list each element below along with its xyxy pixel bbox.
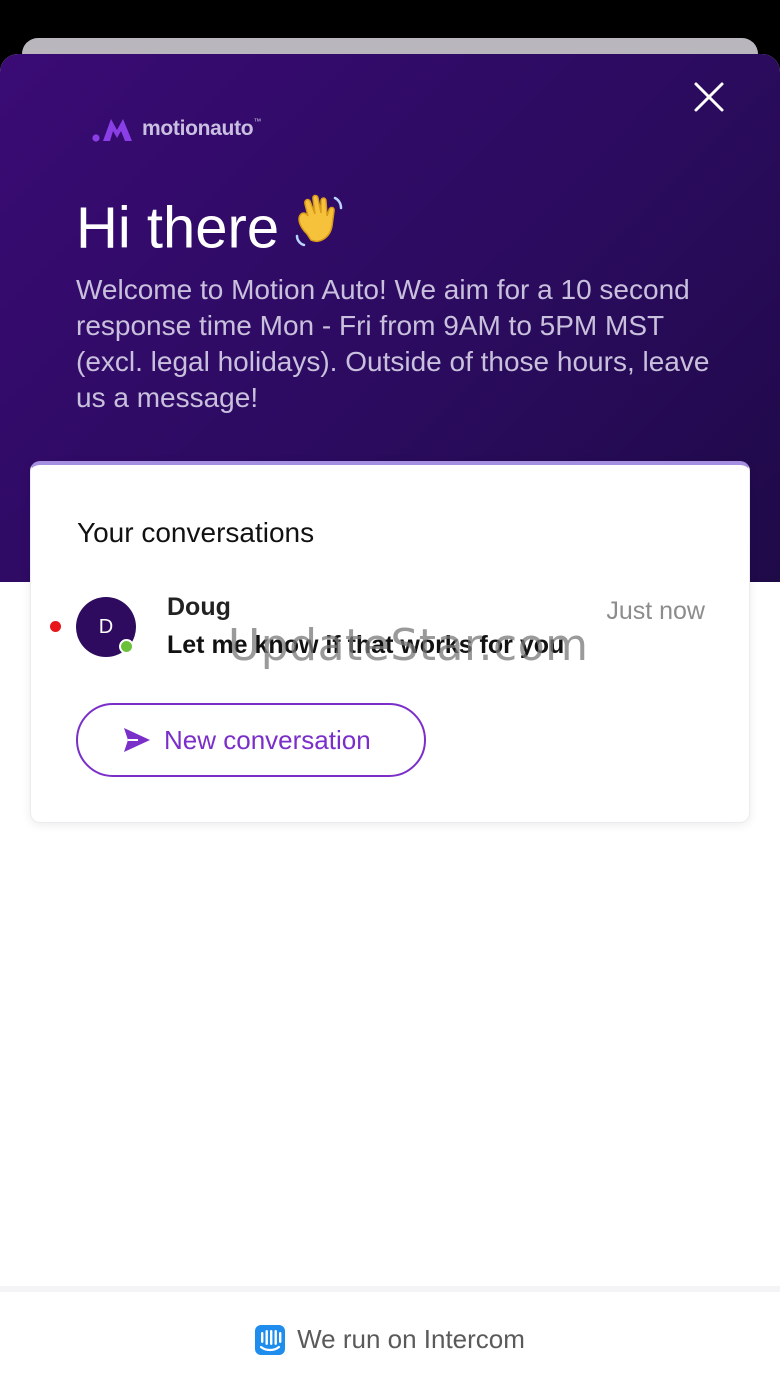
messenger-sheet: motionauto ™ Hi there Welcome to Motion … xyxy=(0,54,780,1387)
intercom-icon xyxy=(255,1324,286,1355)
watermark-text: UpdateStar.com xyxy=(228,620,589,671)
new-conversation-button[interactable]: New conversation xyxy=(76,703,426,777)
avatar-initial: D xyxy=(98,615,114,638)
logo-trademark: ™ xyxy=(253,117,262,126)
close-icon xyxy=(694,82,724,112)
greeting-heading: Hi there xyxy=(76,194,351,270)
send-icon xyxy=(124,728,150,752)
conversation-sender-name: Doug xyxy=(167,593,231,621)
wave-icon xyxy=(289,190,351,266)
screen: motionauto ™ Hi there Welcome to Motion … xyxy=(0,0,780,1387)
logo-text: motionauto xyxy=(142,117,254,140)
online-status-indicator xyxy=(119,639,134,654)
conversations-title: Your conversations xyxy=(77,517,315,548)
conversation-timestamp: Just now xyxy=(606,597,705,625)
unread-indicator xyxy=(50,621,61,632)
intercom-footer-label: We run on Intercom xyxy=(297,1324,525,1354)
logo-mark-icon xyxy=(92,119,132,142)
greeting-text: Hi there xyxy=(76,195,280,261)
new-conversation-label: New conversation xyxy=(164,724,371,755)
intercom-footer-link[interactable]: We run on Intercom xyxy=(0,1286,780,1387)
brand-logo: motionauto ™ xyxy=(92,114,261,144)
close-button[interactable] xyxy=(690,78,728,116)
welcome-message: Welcome to Motion Auto! We aim for a 10 … xyxy=(76,274,710,413)
